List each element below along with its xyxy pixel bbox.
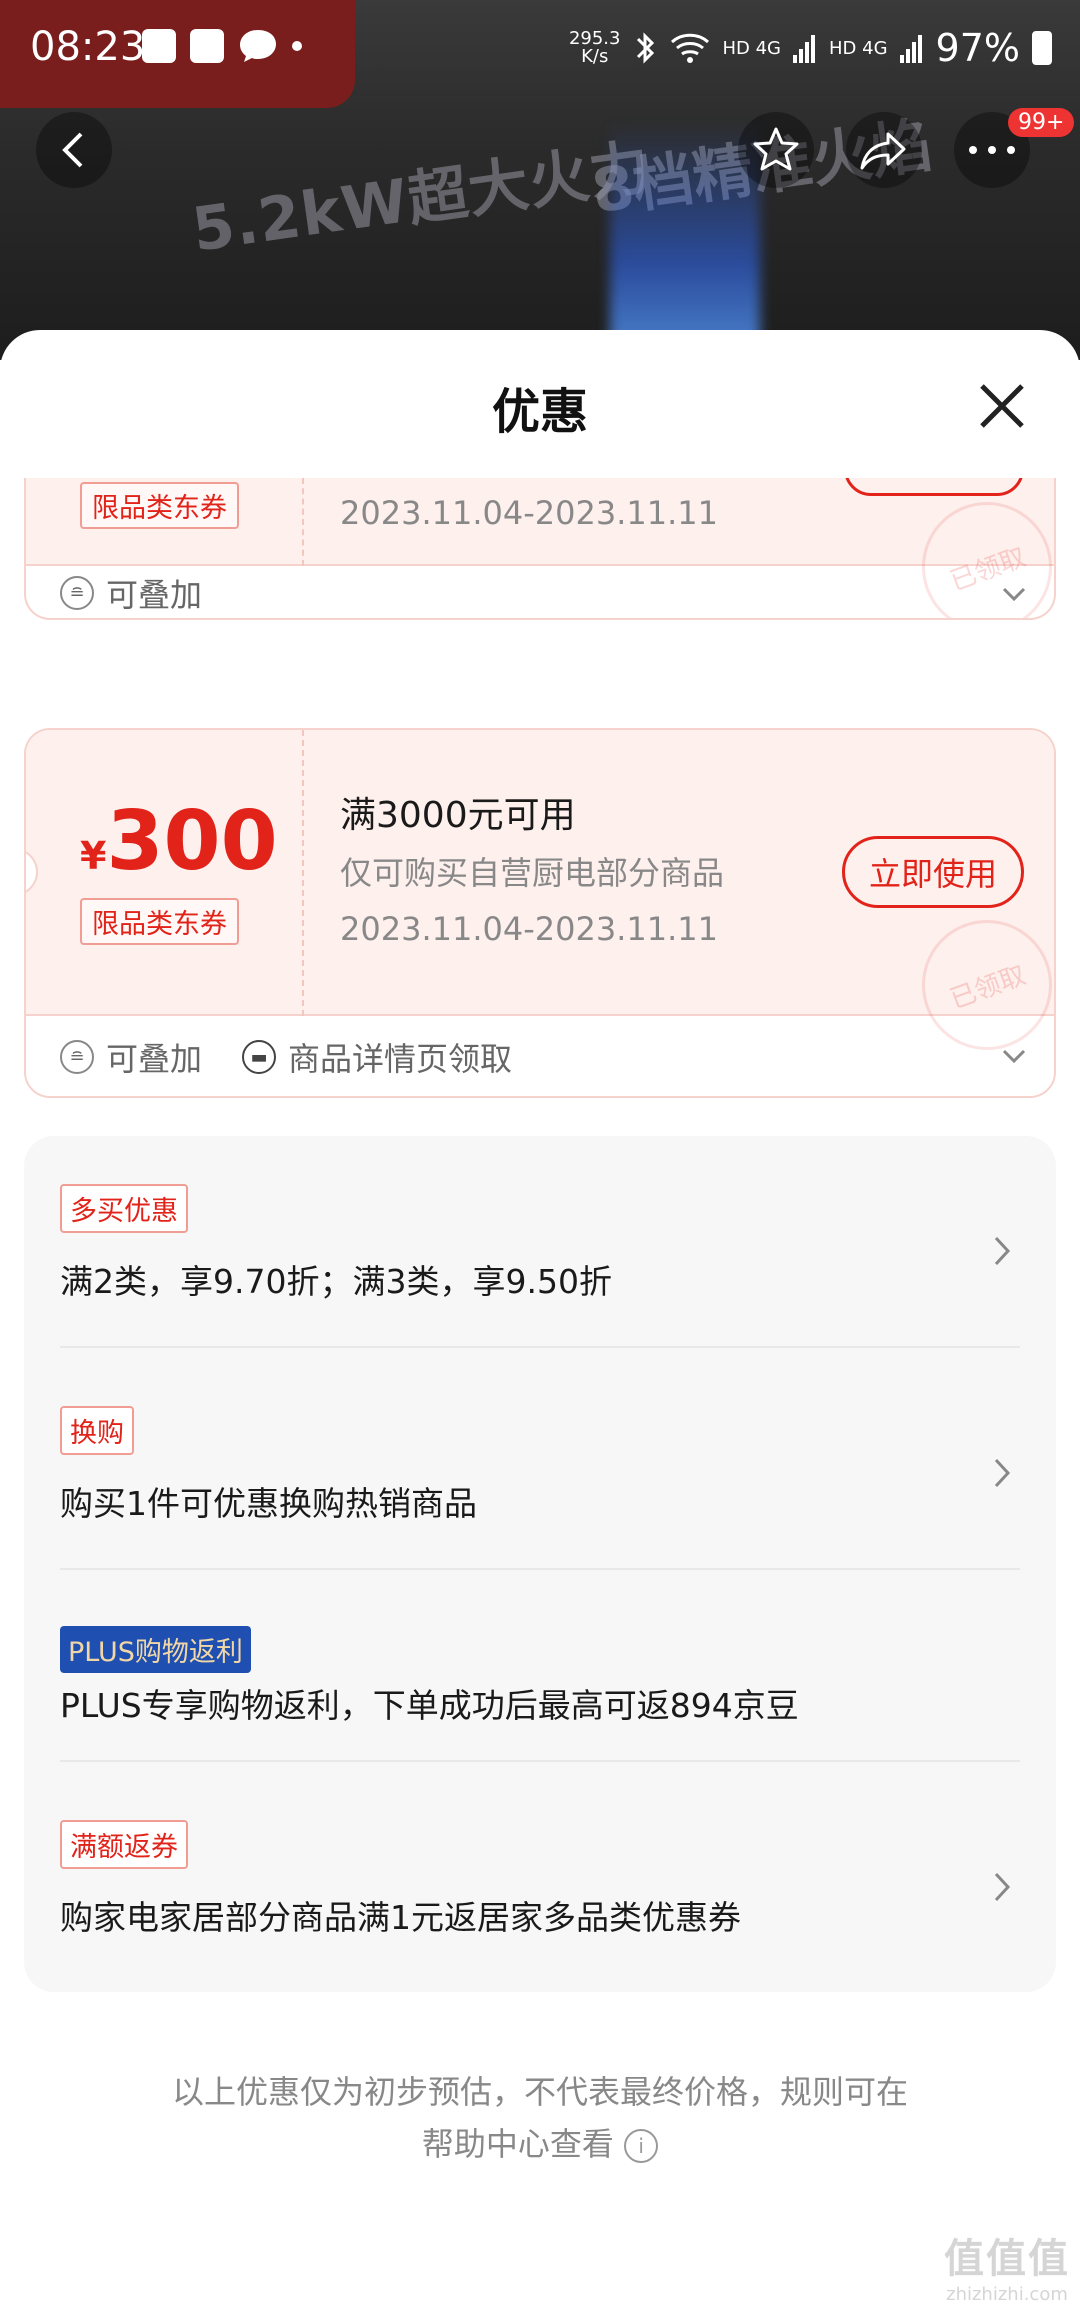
gallery-icon — [142, 29, 176, 63]
help-center-link[interactable]: 帮助中心查看 — [422, 2125, 614, 2163]
promo-tag: 换购 — [60, 1406, 134, 1455]
signal-bars-1-icon — [793, 35, 815, 63]
signal-bars-2-icon — [899, 35, 922, 63]
sheet-title: 优惠 — [491, 384, 588, 440]
chevron-down-icon[interactable] — [1000, 580, 1028, 608]
watermark-logo: 值值值 — [944, 2236, 1070, 2282]
coupon-2-scope: 仅可购买自营厨电部分商品 — [340, 854, 725, 892]
watermark-url: zhizhizhi.com — [946, 2284, 1068, 2305]
coupon-2-category-tag: 限品类东券 — [80, 898, 239, 945]
coupon-2-body: ¥300 限品类东券 满3000元可用 仅可购买自营厨电部分商品 2023.11… — [26, 730, 1054, 1069]
banner-slogan-power: 5.2kW超大火力 — [188, 132, 655, 266]
disclaimer: 以上优惠仅为初步预估，不代表最终价格，规则可在 帮助中心查看 i — [0, 2066, 1080, 2170]
status-right-icons: 295.3 K/s HD 4G HD 4G 97% — [569, 26, 1052, 70]
battery-percent: 97% — [935, 26, 1020, 70]
bluetooth-icon — [637, 32, 655, 64]
coupon-1-date: 2023.11.04-2023.11.11 — [340, 494, 718, 532]
stack-icon: ≘ — [60, 576, 94, 610]
ticket-icon: ▬ — [242, 1040, 277, 1074]
promotions-panel: 多买优惠 满2类，享9.70折；满3类，享9.50折 换购 购买1件可优惠换购热… — [24, 1136, 1056, 1992]
share-button[interactable] — [846, 112, 922, 188]
promo-text: 购家电家居部分商品满1元返居家多品类优惠券 — [60, 1898, 741, 1937]
coupon-2-footer[interactable]: ≘ 可叠加 ▬ 商品详情页领取 — [26, 1016, 1054, 1096]
coupon-2-claim-source: ▬ 商品详情页领取 — [242, 1034, 512, 1080]
chevron-right-icon — [994, 1236, 1011, 1266]
disclaimer-line-1: 以上优惠仅为初步预估，不代表最终价格，规则可在 — [171, 2073, 908, 2111]
coupon-card-2: ¥300 限品类东券 满3000元可用 仅可购买自营厨电部分商品 2023.11… — [24, 728, 1056, 1098]
signal-2-label: HD 4G — [829, 37, 888, 59]
net-speed: 295.3 K/s — [568, 28, 621, 67]
chevron-right-icon — [994, 1458, 1011, 1488]
chevron-right-icon — [994, 1872, 1011, 1902]
coupon-1-use-button-partial[interactable] — [844, 478, 1024, 496]
favorite-button[interactable] — [738, 112, 814, 188]
promo-text: PLUS专享购物返利，下单成功后最高可返894京豆 — [60, 1686, 799, 1725]
signal-1-label: HD 4G — [722, 37, 781, 59]
promo-text: 满2类，享9.70折；满3类，享9.50折 — [60, 1262, 612, 1301]
coupon-1-body: 限品类东券 2023.11.04-2023.11.11 已领取 — [26, 478, 1054, 618]
coupon-2-amount: ¥300 — [80, 794, 278, 889]
status-notification-icons — [142, 28, 302, 64]
more-dots-icon — [969, 146, 1015, 154]
divider — [60, 1760, 1020, 1762]
promo-tag-plus: PLUS购物返利 — [60, 1626, 251, 1673]
divider — [60, 1346, 1020, 1348]
coupon-2-condition: 满3000元可用 — [340, 795, 576, 836]
back-button[interactable] — [36, 112, 112, 188]
notification-badge: 99+ — [1008, 108, 1075, 137]
battery-icon — [1032, 31, 1052, 65]
more-notifications-dot — [292, 41, 302, 51]
chat-bubble-icon — [240, 30, 276, 62]
watermark: 值值值 zhizhizhi.com — [944, 2226, 1070, 2305]
coupon-2-date: 2023.11.04-2023.11.11 — [340, 910, 718, 948]
use-now-button[interactable]: 立即使用 — [841, 836, 1024, 908]
stack-icon: ≘ — [60, 1040, 94, 1074]
promo-item-trade-in[interactable]: 换购 购买1件可优惠换购热销商品 — [60, 1406, 1020, 1525]
chevron-left-icon — [62, 132, 83, 168]
promo-item-plus-rebate[interactable]: PLUS购物返利 PLUS专享购物返利，下单成功后最高可返894京豆 — [60, 1626, 1020, 1727]
checklist-icon — [190, 29, 224, 63]
close-icon[interactable] — [974, 378, 1030, 434]
promo-tag: 满额返券 — [60, 1820, 188, 1869]
coupon-1-stackable: ≘ 可叠加 — [60, 570, 202, 616]
promo-text: 购买1件可优惠换购热销商品 — [60, 1484, 477, 1523]
promo-item-coupon-return[interactable]: 满额返券 购家电家居部分商品满1元返居家多品类优惠券 — [60, 1820, 1020, 1939]
share-arrow-icon — [860, 132, 906, 170]
promo-item-multi-buy[interactable]: 多买优惠 满2类，享9.70折；满3类，享9.50折 — [60, 1184, 1020, 1303]
discount-sheet: 优惠 限品类东券 2023.11.04-2023.11.11 已领取 ≘ 可叠加… — [0, 330, 1080, 2316]
status-time: 08:23 — [30, 24, 146, 70]
disclaimer-line-2-wrap: 帮助中心查看 i — [0, 2118, 1080, 2170]
coupon-2-stackable: ≘ 可叠加 — [60, 1034, 202, 1080]
status-bar: 08:23 295.3 K/s HD 4G HD 4G 97% — [0, 0, 1080, 100]
coupon-1-footer[interactable]: ≘ 可叠加 — [26, 566, 1054, 618]
coupon-1-category-tag: 限品类东券 — [80, 482, 239, 529]
promo-tag: 多买优惠 — [60, 1184, 188, 1233]
divider — [60, 1568, 1020, 1570]
star-icon — [753, 127, 799, 171]
wifi-icon — [671, 33, 710, 63]
coupon-card-1: 限品类东券 2023.11.04-2023.11.11 已领取 ≘ 可叠加 — [24, 478, 1056, 620]
chevron-down-icon[interactable] — [1000, 1042, 1028, 1070]
info-icon[interactable]: i — [624, 2129, 659, 2163]
